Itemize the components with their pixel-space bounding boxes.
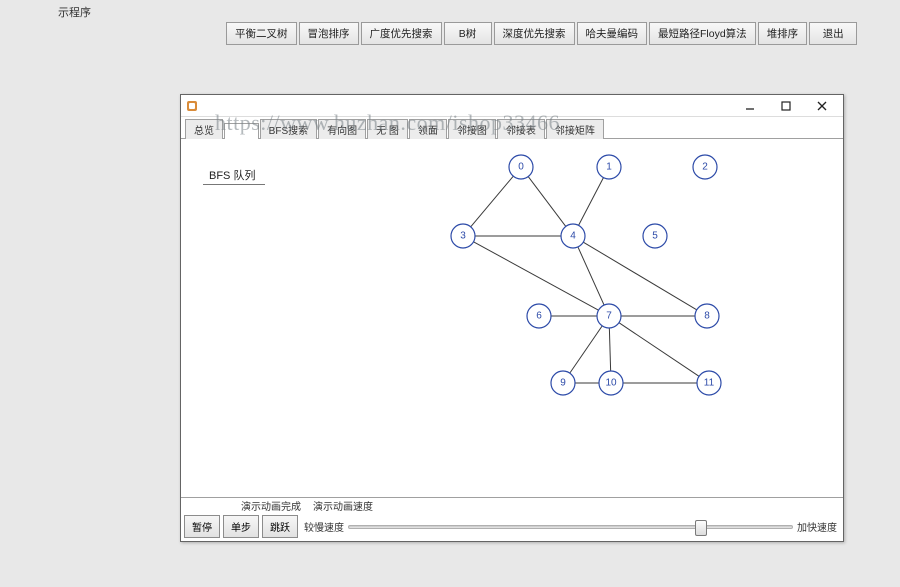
maximize-button[interactable] xyxy=(769,97,803,115)
graph-node-label: 3 xyxy=(460,231,466,242)
titlebar xyxy=(181,95,843,117)
graph-node-label: 10 xyxy=(605,378,617,389)
app-title: 示程序 xyxy=(58,4,91,20)
graph-node-label: 9 xyxy=(560,378,566,389)
pause-button[interactable]: 暂停 xyxy=(184,515,220,538)
btn-huffman[interactable]: 哈夫曼编码 xyxy=(577,22,648,45)
slow-label: 较慢速度 xyxy=(304,519,344,534)
graph-canvas: BFS 队列 01234567891011 xyxy=(181,139,843,497)
tab-strip: 总览 BFS搜索 有向图 无 图 领面 邻接图 邻接表 邻接矩阵 xyxy=(181,117,843,139)
btn-exit[interactable]: 退出 xyxy=(809,22,857,45)
speed-slider[interactable] xyxy=(348,525,793,529)
graph-edge xyxy=(619,323,699,377)
graph-node-label: 6 xyxy=(536,311,542,322)
tab-undirected[interactable]: 无 图 xyxy=(367,119,408,139)
graph-node-label: 1 xyxy=(606,162,612,173)
top-toolbar: 平衡二叉树 冒泡排序 广度优先搜索 B树 深度优先搜索 哈夫曼编码 最短路径Fl… xyxy=(226,22,857,45)
tab-active-blank[interactable] xyxy=(224,123,259,139)
btn-bubble-sort[interactable]: 冒泡排序 xyxy=(299,22,359,45)
fast-label: 加快速度 xyxy=(797,519,837,534)
graph-edge xyxy=(570,326,602,373)
graph-node-label: 11 xyxy=(704,378,715,389)
graph-edge xyxy=(609,328,610,371)
btn-heapsort[interactable]: 堆排序 xyxy=(758,22,808,45)
speed-slider-thumb[interactable] xyxy=(695,520,707,536)
graph-edge xyxy=(579,178,604,226)
graph-node-label: 8 xyxy=(704,311,710,322)
tab-overview[interactable]: 总览 xyxy=(185,119,223,139)
graph-edge xyxy=(528,177,566,227)
minimize-button[interactable] xyxy=(733,97,767,115)
speed-slider-wrap: 较慢速度 加快速度 xyxy=(298,519,843,534)
tab-adjgraph[interactable]: 邻接图 xyxy=(448,119,496,139)
skip-button[interactable]: 跳跃 xyxy=(262,515,298,538)
anim-status: 演示动画完成 xyxy=(241,498,301,513)
window-controls xyxy=(733,97,839,115)
btn-dfs[interactable]: 深度优先搜索 xyxy=(494,22,575,45)
graph-edge xyxy=(578,247,604,305)
graph-node-label: 2 xyxy=(702,162,708,173)
close-button[interactable] xyxy=(805,97,839,115)
btn-bfs[interactable]: 广度优先搜索 xyxy=(361,22,442,45)
graph-node-label: 0 xyxy=(518,162,524,173)
tab-face[interactable]: 领面 xyxy=(409,119,447,139)
graph-node-label: 5 xyxy=(652,231,658,242)
graph-node-label: 7 xyxy=(606,311,612,322)
btn-balanced-tree[interactable]: 平衡二叉树 xyxy=(226,22,297,45)
graph-svg: 0 1 2 3 4 5 6 7 8 9 10 11 xyxy=(181,139,843,497)
btn-floyd[interactable]: 最短路径Floyd算法 xyxy=(649,22,756,45)
tab-bfs-search[interactable]: BFS搜索 xyxy=(260,119,317,139)
inner-window: 总览 BFS搜索 有向图 无 图 领面 邻接图 邻接表 邻接矩阵 BFS 队列 … xyxy=(180,94,844,542)
tab-adjmatrix[interactable]: 邻接矩阵 xyxy=(546,119,604,139)
tab-adjlist[interactable]: 邻接表 xyxy=(497,119,545,139)
tab-directed[interactable]: 有向图 xyxy=(318,119,366,139)
speed-title: 演示动画速度 xyxy=(313,498,373,513)
graph-node-label: 4 xyxy=(570,231,576,242)
bottom-strip: 演示动画完成 演示动画速度 暂停 单步 跳跃 较慢速度 加快速度 xyxy=(181,497,843,541)
graph-edge xyxy=(471,176,514,227)
btn-btree[interactable]: B树 xyxy=(444,22,492,45)
graph-edge xyxy=(583,242,696,310)
step-button[interactable]: 单步 xyxy=(223,515,259,538)
java-app-icon xyxy=(185,99,199,113)
